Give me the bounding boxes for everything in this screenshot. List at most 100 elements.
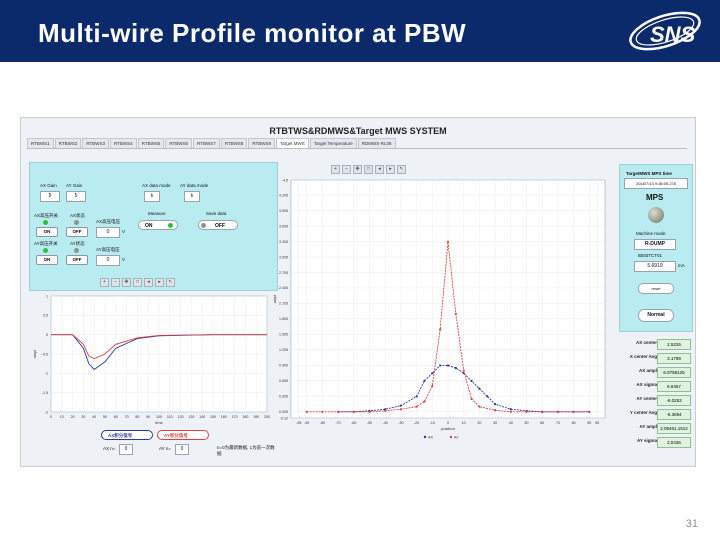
data-point xyxy=(431,384,434,388)
readout-label: AY center xyxy=(636,396,657,401)
measure-label: Measure xyxy=(148,211,166,216)
data-point xyxy=(305,410,308,413)
readout-value: 6.9758125 xyxy=(657,367,691,378)
x-tick-label: 70 xyxy=(556,421,560,425)
tab-rdmws-rl08[interactable]: RDMWS-RL08 xyxy=(357,138,396,148)
ay-volt-input[interactable]: 0 xyxy=(96,255,120,266)
profile-zoom-out-icon[interactable]: − xyxy=(342,165,351,174)
legend-label: AY xyxy=(454,435,459,439)
y-tick-label: 0.905 xyxy=(279,363,288,367)
y-tick-label: 2.105 xyxy=(279,302,288,306)
mps-title: MPS xyxy=(646,193,664,202)
x-tick-label: 50 xyxy=(103,415,107,419)
x-tick-label: 40 xyxy=(509,421,513,425)
data-point xyxy=(509,410,512,413)
y-axis-label: ampl xyxy=(272,295,277,304)
data-point xyxy=(478,387,481,390)
ay-stage2-value[interactable]: OFF xyxy=(66,255,88,265)
y-tick-label: 2.705 xyxy=(279,271,288,275)
ax-sum-button[interactable]: AX积分信号 xyxy=(101,430,153,440)
tab-rtbws9[interactable]: RTBWS9 xyxy=(248,138,276,148)
back-icon[interactable]: ◂ xyxy=(144,278,153,287)
x-tick-label: 120 xyxy=(178,415,184,419)
ax-gain-input[interactable]: 5 xyxy=(40,191,60,202)
y-tick-label: 4.5 xyxy=(283,178,288,182)
data-point xyxy=(446,240,450,243)
data-point xyxy=(439,364,442,367)
data-point xyxy=(494,409,497,412)
readout-label: AX ampl xyxy=(638,368,657,373)
tab-bar: RTBWS1 RTBWS2 RTBWS3 RTBWS4 RTBWS5 RTBWS… xyxy=(27,138,687,149)
sns-logo-text: SNS xyxy=(650,22,696,47)
profile-zoom-box-icon[interactable]: □ xyxy=(364,165,373,174)
profile-pan-icon[interactable]: ✥ xyxy=(353,165,362,174)
data-point xyxy=(423,400,426,403)
ax-stage1-led-icon xyxy=(43,220,48,225)
ax-n-input[interactable]: 0 xyxy=(119,444,133,455)
ax-stage2-value[interactable]: OFF xyxy=(66,227,88,237)
tab-rtbws5[interactable]: RTBWS5 xyxy=(137,138,165,148)
profile-forward-icon[interactable]: ▸ xyxy=(386,165,395,174)
legend-marker xyxy=(449,435,453,439)
data-point xyxy=(431,372,434,375)
ax-volt-input[interactable]: 0 xyxy=(96,227,120,238)
normal-button[interactable]: Normal xyxy=(638,309,674,322)
zoom-in-icon[interactable]: + xyxy=(100,278,109,287)
ay-mode-input[interactable]: k xyxy=(184,191,200,202)
tab-target-temperature[interactable]: Target Temperature xyxy=(309,138,357,148)
forward-icon[interactable]: ▸ xyxy=(155,278,164,287)
ax-stage1-value[interactable]: ON xyxy=(36,227,58,237)
tab-rtbws3[interactable]: RTBWS3 xyxy=(82,138,110,148)
ax-volt-unit: V xyxy=(122,229,126,234)
readout-value: 2.5436 xyxy=(657,437,691,448)
profile-cursor-icon[interactable]: ↖ xyxy=(397,165,406,174)
x-tick-label: -80 xyxy=(320,421,325,425)
y-tick-label: 3.605 xyxy=(279,224,288,228)
data-point xyxy=(415,395,418,398)
reset-button[interactable]: reset xyxy=(638,283,674,294)
ax-n-label: AX n= xyxy=(103,446,116,451)
integrated-signal-chart: 0 10 20 30 40 50 60 70 80 90 100 110 120 130 140 150 160… xyxy=(32,294,270,425)
ay-n-input[interactable]: 0 xyxy=(175,444,189,455)
pan-icon[interactable]: ✥ xyxy=(122,278,131,287)
x-tick-label: 30 xyxy=(493,421,497,425)
x-tick-label: 140 xyxy=(199,415,205,419)
tab-rtbws4[interactable]: RTBWS4 xyxy=(110,138,137,148)
zoom-box-icon[interactable]: □ xyxy=(133,278,142,287)
x-tick-label: -95 xyxy=(296,421,301,425)
x-tick-label: 90 xyxy=(146,415,150,419)
readout-label: AX sigma xyxy=(636,382,657,387)
x-tick-label: 10 xyxy=(60,415,64,419)
data-point xyxy=(399,408,402,411)
ay-volt-label: AY高压电压 xyxy=(96,247,120,252)
data-point xyxy=(384,409,387,412)
tab-rtbws8[interactable]: RTBWS8 xyxy=(220,138,248,148)
ax-mode-input[interactable]: k xyxy=(144,191,160,202)
profile-back-icon[interactable]: ◂ xyxy=(375,165,384,174)
tab-rtbws1[interactable]: RTBWS1 xyxy=(27,138,54,148)
zoom-out-icon[interactable]: − xyxy=(111,278,120,287)
tab-target-mws[interactable]: Target MWS xyxy=(276,138,309,148)
ay-stage1-value[interactable]: ON xyxy=(36,255,58,265)
ay-n-label: AY n= xyxy=(159,446,171,451)
readout-row: AX sigma 6.6467 xyxy=(619,381,691,392)
profile-zoom-in-icon[interactable]: + xyxy=(331,165,340,174)
tab-rtbws2[interactable]: RTBWS2 xyxy=(54,138,82,148)
y-tick-label: 0.005 xyxy=(279,410,288,414)
ax-stage2-label: AX状态 xyxy=(70,213,86,218)
data-point xyxy=(415,405,418,408)
tab-rtbws7[interactable]: RTBWS7 xyxy=(193,138,220,148)
y-tick-label: 3.905 xyxy=(279,209,288,213)
x-tick-label: -90 xyxy=(304,421,309,425)
x-tick-label: 10 xyxy=(462,421,466,425)
ay-gain-input[interactable]: 5 xyxy=(66,191,86,202)
ay-stage2-label: AY状态 xyxy=(70,241,85,246)
cursor-icon[interactable]: ↖ xyxy=(166,278,175,287)
ay-sum-button[interactable]: AY积分信号 xyxy=(157,430,209,440)
data-point xyxy=(337,410,340,413)
slide-header: Multi-wire Profile monitor at PBW SNS xyxy=(0,0,720,62)
data-point xyxy=(509,408,512,411)
x-tick-label: 190 xyxy=(253,415,259,419)
tab-rtbws6[interactable]: RTBWS6 xyxy=(165,138,193,148)
y-tick-label: 0.5 xyxy=(43,314,48,318)
